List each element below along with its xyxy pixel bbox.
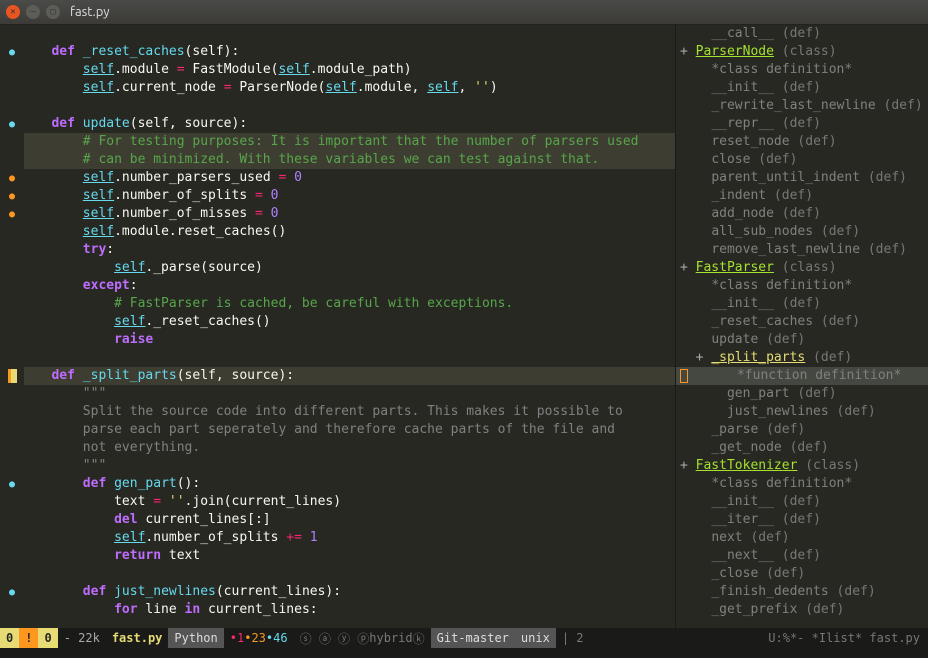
minimize-icon[interactable]: – <box>26 5 40 19</box>
cursor-mark-icon <box>680 369 688 383</box>
close-icon[interactable]: ✕ <box>6 5 20 19</box>
outline-pane[interactable]: __call__ (def) + ParserNode (class) *cla… <box>676 25 928 628</box>
change-marker-icon: ● <box>0 187 24 205</box>
warning-count[interactable]: 0 <box>0 628 19 648</box>
error-count[interactable]: ! <box>19 628 38 648</box>
gutter: ● ● ● ● ● ● ● <box>0 25 24 628</box>
code-editor[interactable]: def _reset_caches(self): self.module = F… <box>24 25 675 628</box>
file-size: - 22k <box>58 628 106 648</box>
change-marker-icon: ● <box>0 169 24 187</box>
minor-modes: ⓢ ⓐ ⓨ ⓟ hybrid ⓚ <box>294 628 431 648</box>
position: | 2 <box>556 628 590 648</box>
major-mode[interactable]: Python <box>168 628 223 648</box>
outline-selected[interactable]: *function definition* <box>676 367 928 385</box>
window-title: fast.py <box>70 5 110 19</box>
fold-marker-icon[interactable]: ● <box>0 583 24 601</box>
fold-marker-icon[interactable]: ● <box>0 115 24 133</box>
outline-class[interactable]: + FastTokenizer (class) <box>676 457 928 475</box>
file-name: fast.py <box>106 628 169 648</box>
info-count[interactable]: 0 <box>38 628 57 648</box>
maximize-icon[interactable]: ▢ <box>46 5 60 19</box>
right-status: U:%*- *Ilist* fast.py <box>762 628 928 648</box>
fold-marker-icon[interactable]: ● <box>0 43 24 61</box>
editor-area: ● ● ● ● ● ● ● def _reset_caches(self): s… <box>0 25 928 628</box>
title-bar: ✕ – ▢ fast.py <box>0 0 928 25</box>
outline-current-fn[interactable]: + _split_parts (def) <box>676 349 928 367</box>
cursor-line-marker <box>0 367 24 385</box>
outline-class[interactable]: + ParserNode (class) <box>676 43 928 61</box>
change-marker-icon: ● <box>0 205 24 223</box>
minibuffer[interactable] <box>0 648 928 658</box>
status-bar: 0 ! 0 - 22k fast.py Python •1 •23 •46 ⓢ … <box>0 628 928 648</box>
encoding: unix <box>515 628 556 648</box>
fold-marker-icon[interactable]: ● <box>0 475 24 493</box>
outline-class[interactable]: + FastParser (class) <box>676 259 928 277</box>
vc-branch[interactable]: Git-master <box>431 628 515 648</box>
diff-stats: •1 •23 •46 <box>224 628 294 648</box>
window-buttons: ✕ – ▢ <box>6 5 60 19</box>
